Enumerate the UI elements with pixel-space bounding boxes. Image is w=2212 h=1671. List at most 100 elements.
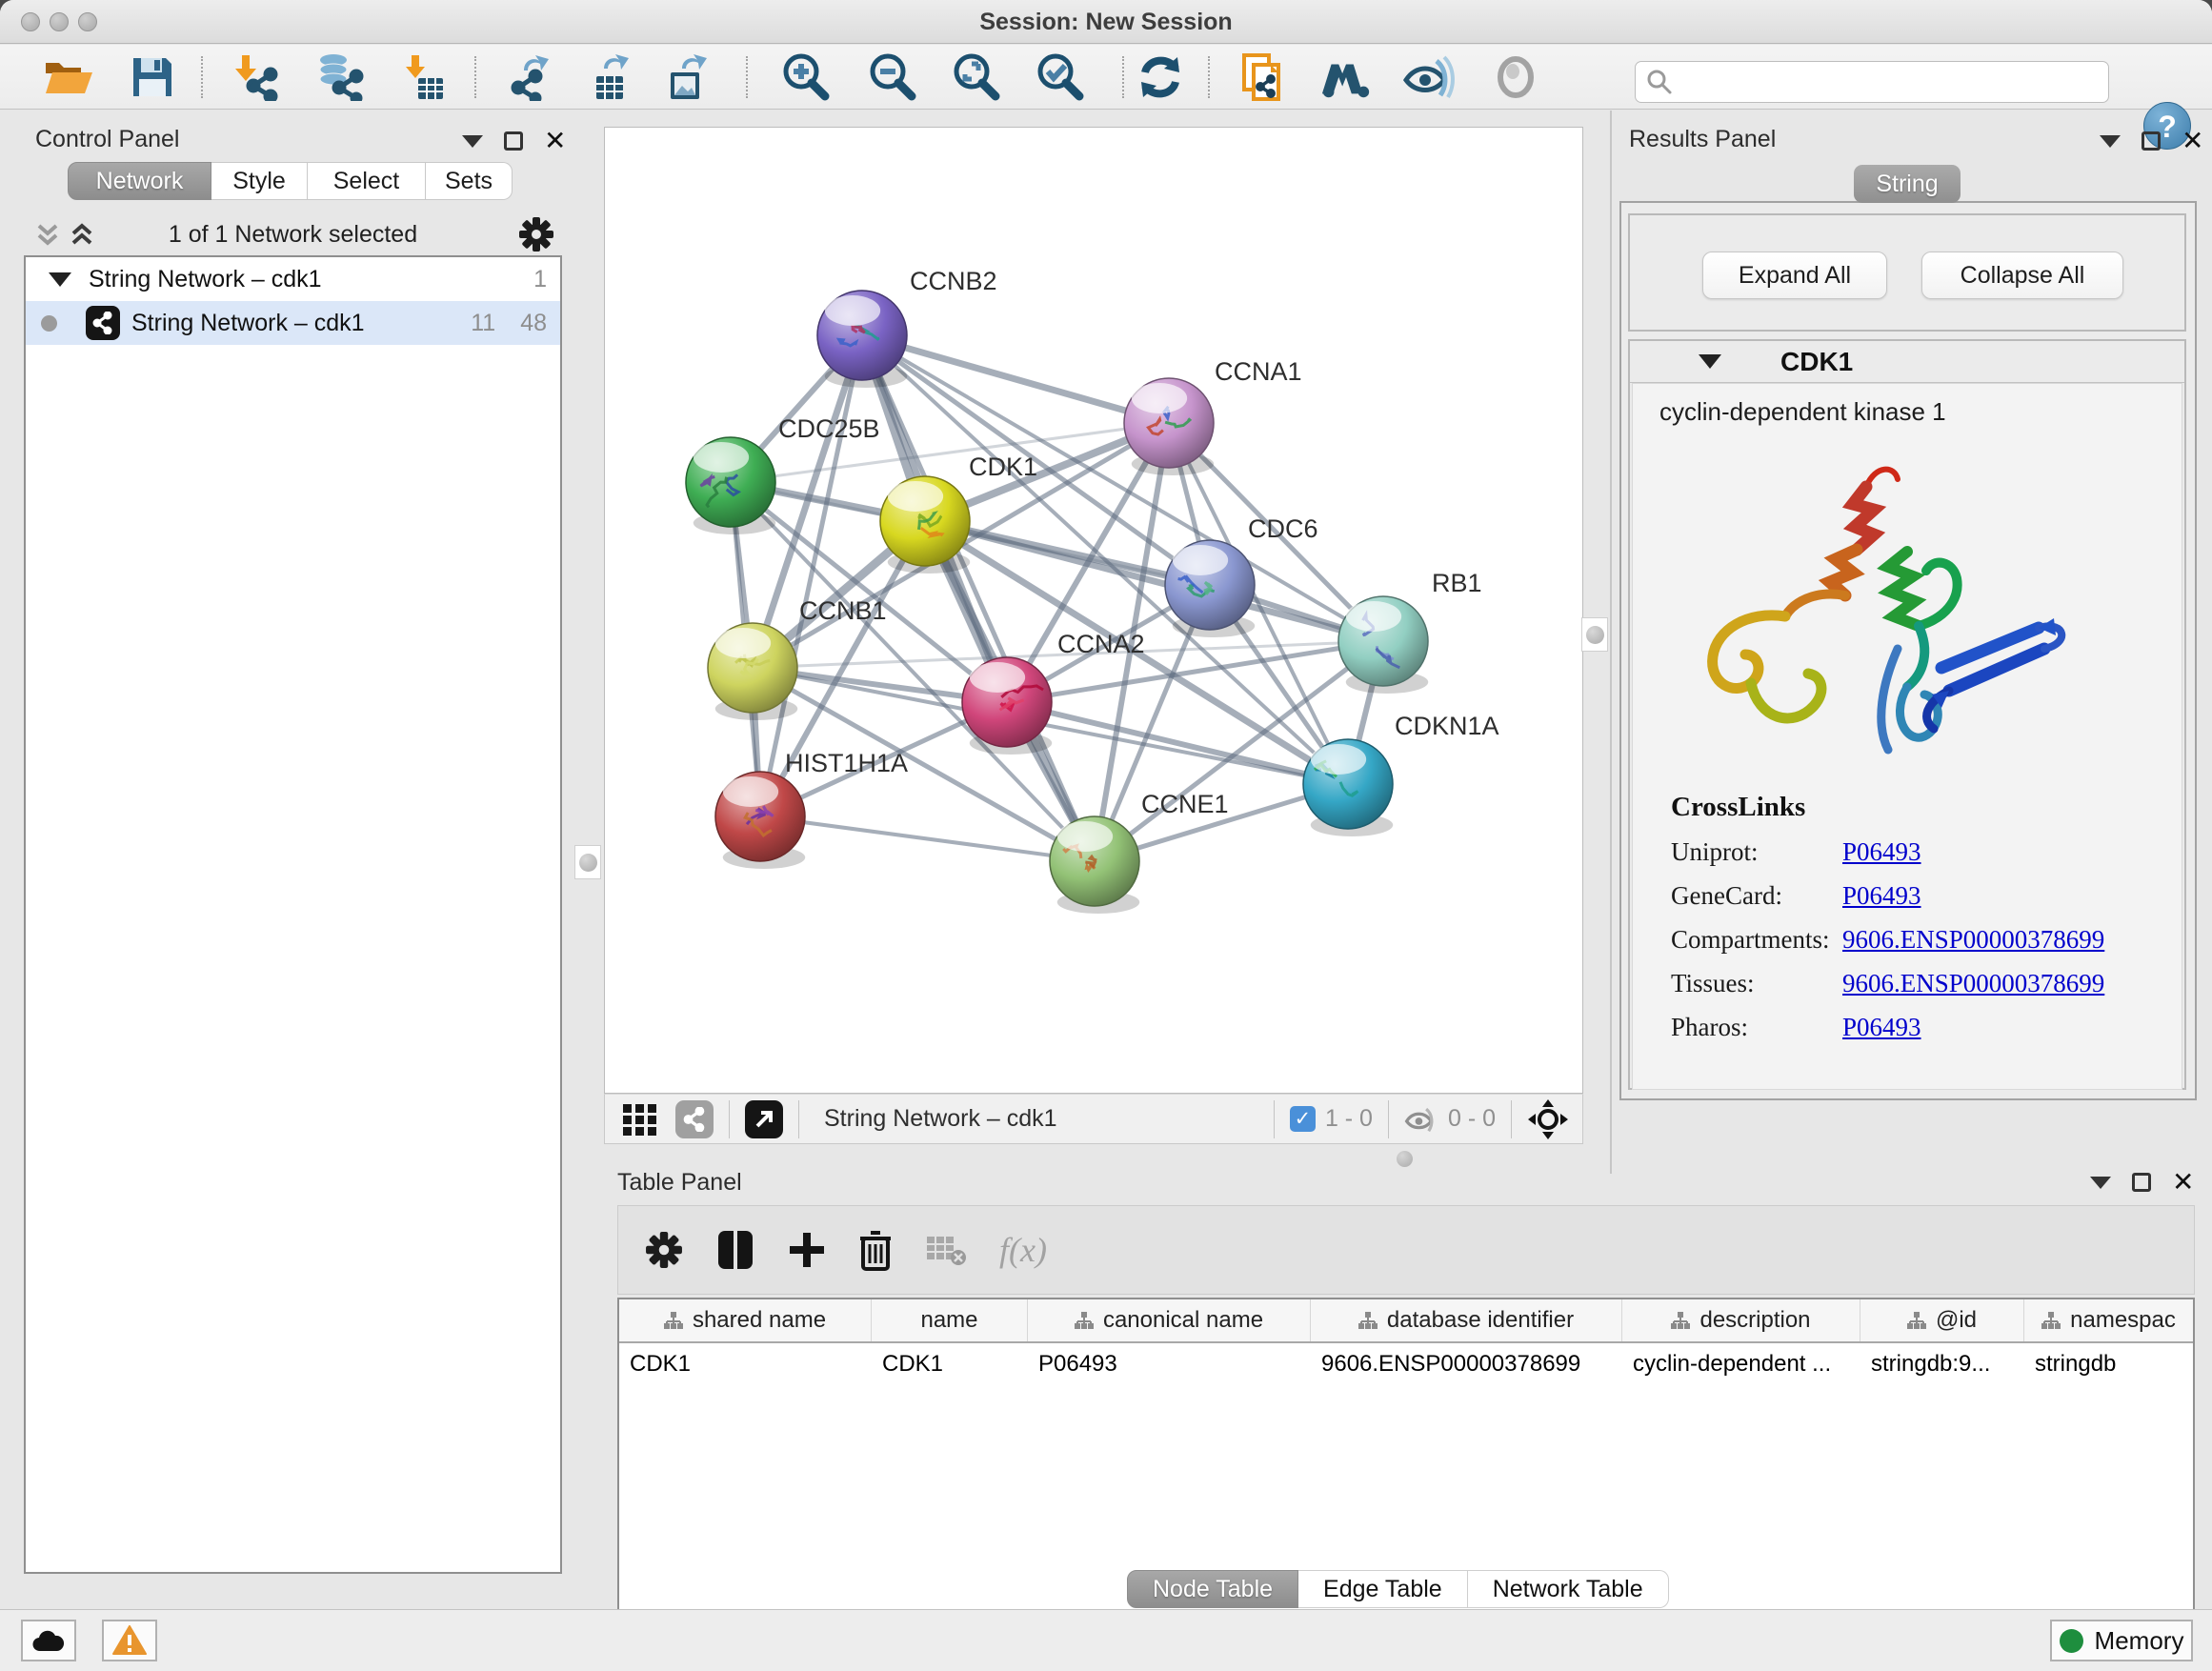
export-network-button[interactable] [505, 52, 558, 102]
table-panel-title: Table Panel [617, 1169, 742, 1197]
cell-namespace: stringdb [2024, 1343, 2193, 1385]
column-label: @id [1936, 1307, 1977, 1334]
selected-checkbox-icon[interactable]: ✓ [1290, 1106, 1316, 1132]
collection-label: String Network – cdk1 [89, 266, 322, 293]
gear-icon[interactable] [518, 216, 554, 252]
collapse-all-button[interactable]: Collapse All [1921, 252, 2123, 299]
control-panel-float-icon[interactable] [504, 131, 523, 151]
network-node-ccna1[interactable]: CCNA1 [1124, 357, 1302, 475]
network-share-badge[interactable] [675, 1100, 714, 1138]
search-field[interactable] [1635, 61, 2109, 103]
tab-edge-table[interactable]: Edge Table [1298, 1570, 1468, 1608]
node-label: CDC25B [778, 414, 880, 443]
table-row[interactable]: CDK1 CDK1 P06493 9606.ENSP00000378699 cy… [619, 1343, 2193, 1385]
results-panel-close-icon[interactable]: ✕ [2182, 131, 2203, 151]
refresh-button[interactable] [1134, 52, 1187, 102]
tab-string[interactable]: String [1854, 165, 1961, 203]
gene-section-header[interactable]: CDK1 [1630, 341, 2184, 383]
table-panel-close-icon[interactable]: ✕ [2172, 1173, 2194, 1192]
open-in-window-button[interactable] [745, 1100, 783, 1138]
network-collection-row[interactable]: String Network – cdk1 1 [26, 257, 560, 301]
show-all-button[interactable] [1489, 52, 1542, 102]
control-panel-close-icon[interactable]: ✕ [544, 131, 566, 151]
tab-select[interactable]: Select [308, 162, 426, 200]
zoom-fit-button[interactable] [949, 52, 1002, 102]
column-header[interactable]: @id [1860, 1299, 2024, 1341]
expand-all-button[interactable]: Expand All [1702, 252, 1887, 299]
zoom-in-button[interactable] [778, 52, 832, 102]
right-splitter-handle[interactable] [1581, 617, 1608, 652]
save-session-button[interactable] [126, 52, 179, 102]
splitter-knob [1586, 626, 1604, 644]
tab-sets[interactable]: Sets [426, 162, 513, 200]
network-tree: String Network – cdk1 1 String Network –… [24, 255, 562, 1574]
network-view-toolbar: String Network – cdk1 ✓ 1 - 0 0 - 0 [604, 1094, 1583, 1144]
zoom-fit-icon [950, 51, 1001, 103]
left-splitter-handle[interactable] [574, 845, 601, 879]
network-row[interactable]: String Network – cdk1 11 48 [26, 301, 560, 345]
column-header[interactable]: name [872, 1299, 1028, 1341]
cloud-icon [31, 1628, 66, 1653]
network-node-rb1[interactable]: RB1 [1338, 569, 1482, 694]
crosslink-link[interactable]: 9606.ENSP00000378699 [1842, 925, 2104, 955]
crosslink-row: Tissues: 9606.ENSP00000378699 [1671, 969, 2166, 998]
column-header[interactable]: canonical name [1028, 1299, 1311, 1341]
add-column-icon[interactable] [788, 1231, 826, 1269]
function-builder-icon: f(x) [999, 1230, 1047, 1270]
table-panel-float-icon[interactable] [2132, 1173, 2151, 1192]
zoom-out-button[interactable] [865, 52, 918, 102]
column-header[interactable]: namespac [2024, 1299, 2193, 1341]
node-label: CCNE1 [1141, 790, 1229, 818]
crosslink-link[interactable]: P06493 [1842, 837, 1921, 867]
tab-network-table[interactable]: Network Table [1468, 1570, 1669, 1608]
crosslink-link[interactable]: 9606.ENSP00000378699 [1842, 969, 2104, 998]
results-panel-menu-icon[interactable] [2100, 135, 2121, 148]
warning-status-button[interactable] [102, 1620, 157, 1661]
column-type-icon [1907, 1311, 1926, 1330]
column-label: canonical name [1103, 1307, 1263, 1334]
network-canvas[interactable]: CCNB2CCNA1CDC25BCDK1CDC6RB1CCNB1CCNA2CDK… [604, 127, 1583, 1094]
collection-expand-icon[interactable] [49, 272, 71, 287]
export-table-button[interactable] [587, 52, 640, 102]
crosslink-link[interactable]: P06493 [1842, 1013, 1921, 1042]
hide-selected-button[interactable] [1402, 52, 1456, 102]
tab-node-table[interactable]: Node Table [1127, 1570, 1298, 1608]
import-table-button[interactable] [396, 52, 450, 102]
clone-network-button[interactable] [1237, 52, 1290, 102]
import-network-database-button[interactable] [312, 52, 365, 102]
table-panel-menu-icon[interactable] [2090, 1177, 2111, 1189]
zoom-out-icon [866, 51, 917, 103]
crosslink-link[interactable]: P06493 [1842, 881, 1921, 911]
toolbar-separator [1274, 1100, 1275, 1138]
open-session-button[interactable] [42, 52, 95, 102]
node-label: CDK1 [969, 453, 1037, 481]
table-gear-icon[interactable] [645, 1231, 683, 1269]
cloud-status-button[interactable] [21, 1620, 76, 1661]
delete-column-icon[interactable] [858, 1229, 893, 1271]
import-network-file-button[interactable] [229, 52, 282, 102]
eye-icon [1492, 56, 1539, 98]
network-node-cdkn1a[interactable]: CDKN1A [1303, 712, 1499, 836]
column-header[interactable]: database identifier [1311, 1299, 1622, 1341]
memory-button[interactable]: Memory [2050, 1620, 2193, 1661]
network-node-ccnb1[interactable]: CCNB1 [708, 596, 887, 720]
column-header[interactable]: description [1622, 1299, 1860, 1341]
show-columns-icon[interactable] [715, 1228, 755, 1272]
network-node-ccne1[interactable]: CCNE1 [1050, 790, 1229, 914]
gene-collapse-icon[interactable] [1699, 354, 1721, 369]
control-panel-menu-icon[interactable] [462, 135, 483, 148]
birdseye-navigator-icon[interactable] [1527, 1098, 1569, 1140]
export-image-button[interactable] [661, 52, 714, 102]
tab-network[interactable]: Network [68, 162, 211, 200]
node-label: CCNA2 [1057, 630, 1145, 658]
zoom-selected-button[interactable] [1033, 52, 1086, 102]
results-panel-float-icon[interactable] [2142, 131, 2161, 151]
grid-view-icon[interactable] [620, 1099, 660, 1139]
table-toolbar: f(x) [617, 1205, 2195, 1295]
column-header[interactable]: shared name [619, 1299, 872, 1341]
tab-style[interactable]: Style [211, 162, 308, 200]
network-node-hist1h1a[interactable]: HIST1H1A [715, 749, 908, 869]
first-neighbors-button[interactable] [1319, 52, 1373, 102]
search-input[interactable] [1674, 65, 2108, 99]
string-network-graph[interactable]: CCNB2CCNA1CDC25BCDK1CDC6RB1CCNB1CCNA2CDK… [605, 128, 1584, 1095]
